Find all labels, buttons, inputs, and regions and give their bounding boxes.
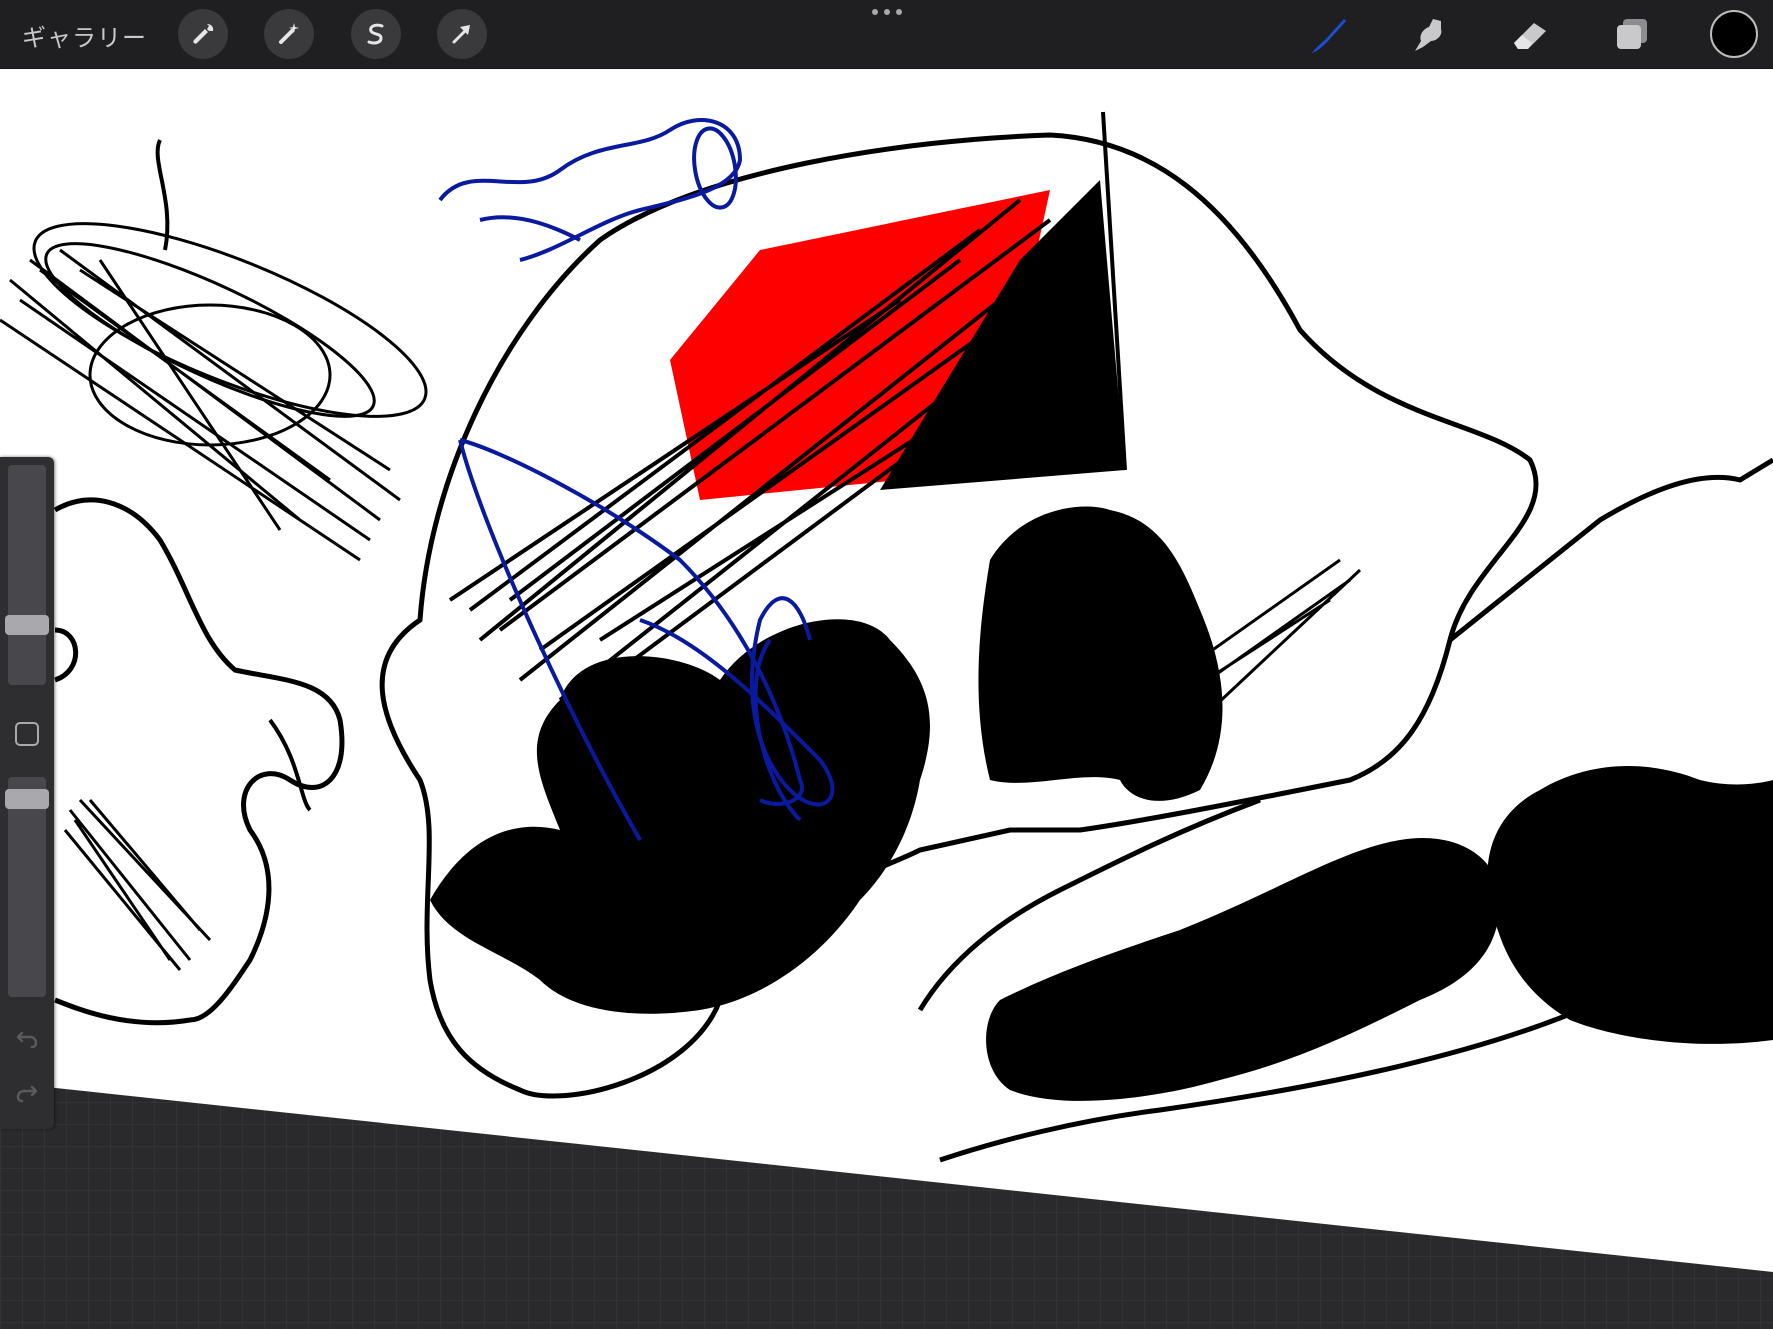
modify-button[interactable]: [15, 722, 39, 746]
smudge-icon: [1415, 19, 1442, 51]
selection-button[interactable]: [351, 9, 401, 59]
gallery-button[interactable]: ギャラリー: [22, 18, 147, 53]
actions-button[interactable]: [178, 9, 228, 59]
layers-button[interactable]: [1608, 12, 1654, 58]
left-sidebar: [0, 457, 54, 1129]
selection-icon: [367, 23, 384, 45]
top-toolbar: ギャラリー: [0, 0, 1773, 69]
color-picker-swatch[interactable]: [1710, 10, 1758, 58]
brush-size-thumb[interactable]: [5, 615, 49, 635]
adjustments-button[interactable]: [264, 9, 314, 59]
eraser-icon: [1514, 23, 1546, 49]
magic-wand-icon: [279, 23, 299, 44]
brush-icon: [1312, 19, 1346, 53]
wrench-icon: [193, 24, 214, 44]
smudge-button[interactable]: [1406, 12, 1452, 58]
drawing-canvas[interactable]: [0, 0, 1773, 1329]
transform-button[interactable]: [437, 9, 487, 59]
layers-icon: [1617, 19, 1647, 49]
redo-icon: [16, 1085, 38, 1103]
undo-icon: [16, 1031, 38, 1049]
undo-button[interactable]: [12, 1023, 42, 1053]
transform-arrow-icon: [452, 25, 470, 44]
opacity-slider[interactable]: [8, 777, 46, 997]
more-options-icon[interactable]: [872, 6, 902, 18]
brush-size-slider[interactable]: [8, 465, 46, 685]
eraser-button[interactable]: [1507, 12, 1553, 58]
opacity-thumb[interactable]: [5, 789, 49, 809]
brush-button[interactable]: [1305, 12, 1351, 58]
redo-button[interactable]: [12, 1077, 42, 1107]
